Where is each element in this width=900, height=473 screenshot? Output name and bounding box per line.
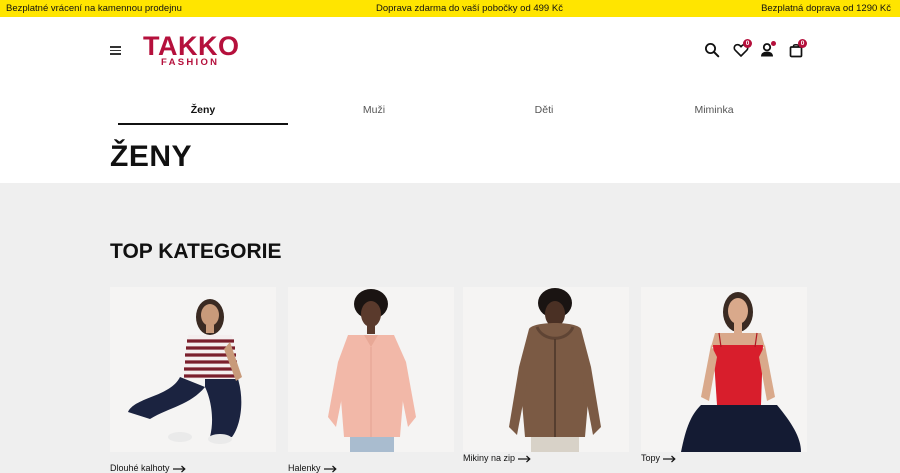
account-status-dot	[771, 41, 776, 46]
arrow-right-icon	[518, 455, 531, 463]
tab-muzi[interactable]: Muži	[289, 99, 459, 125]
account-button[interactable]	[757, 40, 777, 60]
arrow-right-icon	[323, 465, 337, 473]
announcement-bar: Bezplatné vrácení na kamennou prodejnu D…	[0, 0, 900, 17]
category-nav: Ženy Muži Děti Miminka	[118, 99, 800, 125]
wishlist-count-badge: 0	[743, 39, 752, 48]
search-button[interactable]	[702, 40, 722, 60]
page-title-section: ŽENY	[0, 127, 900, 183]
brand-logo[interactable]: TAKKO FASHION	[143, 31, 243, 69]
category-card-mikiny-na-zip[interactable]: Mikiny na zip	[463, 287, 629, 463]
category-label[interactable]: Topy	[641, 453, 676, 463]
category-card-topy[interactable]: Topy	[641, 287, 807, 463]
category-image	[110, 287, 276, 452]
announcement-free-branch-shipping: Doprava zdarma do vaší pobočky od 499 Kč	[376, 3, 563, 14]
category-image	[463, 287, 629, 452]
category-label-text: Topy	[641, 453, 661, 463]
category-card-dlouhe-kalhoty[interactable]: Dlouhé kalhoty	[110, 287, 276, 473]
tab-zeny[interactable]: Ženy	[118, 99, 288, 125]
category-label[interactable]: Halenky	[288, 463, 337, 473]
tab-deti[interactable]: Děti	[459, 99, 629, 125]
category-image	[641, 287, 807, 452]
category-card-halenky[interactable]: Halenky	[288, 287, 454, 473]
announcement-free-shipping: Bezplatná doprava od 1290 Kč	[761, 3, 891, 14]
cart-button[interactable]: 0	[786, 39, 807, 60]
arrow-right-icon	[663, 455, 676, 463]
site-header: TAKKO FASHION 0 0 Ženy Muži Děti Miminka	[0, 17, 900, 127]
category-label-text: Mikiny na zip	[463, 453, 516, 463]
category-label-text: Dlouhé kalhoty	[110, 463, 170, 473]
tab-miminka[interactable]: Miminka	[629, 99, 799, 125]
announcement-returns: Bezplatné vrácení na kamennou prodejnu	[6, 3, 182, 14]
section-title: TOP KATEGORIE	[110, 240, 282, 263]
category-label[interactable]: Mikiny na zip	[463, 453, 531, 463]
category-image	[288, 287, 454, 452]
cart-count-badge: 0	[798, 39, 807, 48]
wishlist-button[interactable]: 0	[731, 39, 752, 60]
menu-icon[interactable]	[110, 46, 121, 55]
page-title: ŽENY	[110, 140, 193, 173]
arrow-right-icon	[172, 465, 186, 473]
top-categories-section: TOP KATEGORIE Dlouhé kalhoty Halenky Mik…	[0, 183, 900, 473]
category-label[interactable]: Dlouhé kalhoty	[110, 463, 186, 473]
category-label-text: Halenky	[288, 463, 321, 473]
search-icon	[705, 43, 720, 58]
logo-tagline: FASHION	[161, 57, 220, 68]
